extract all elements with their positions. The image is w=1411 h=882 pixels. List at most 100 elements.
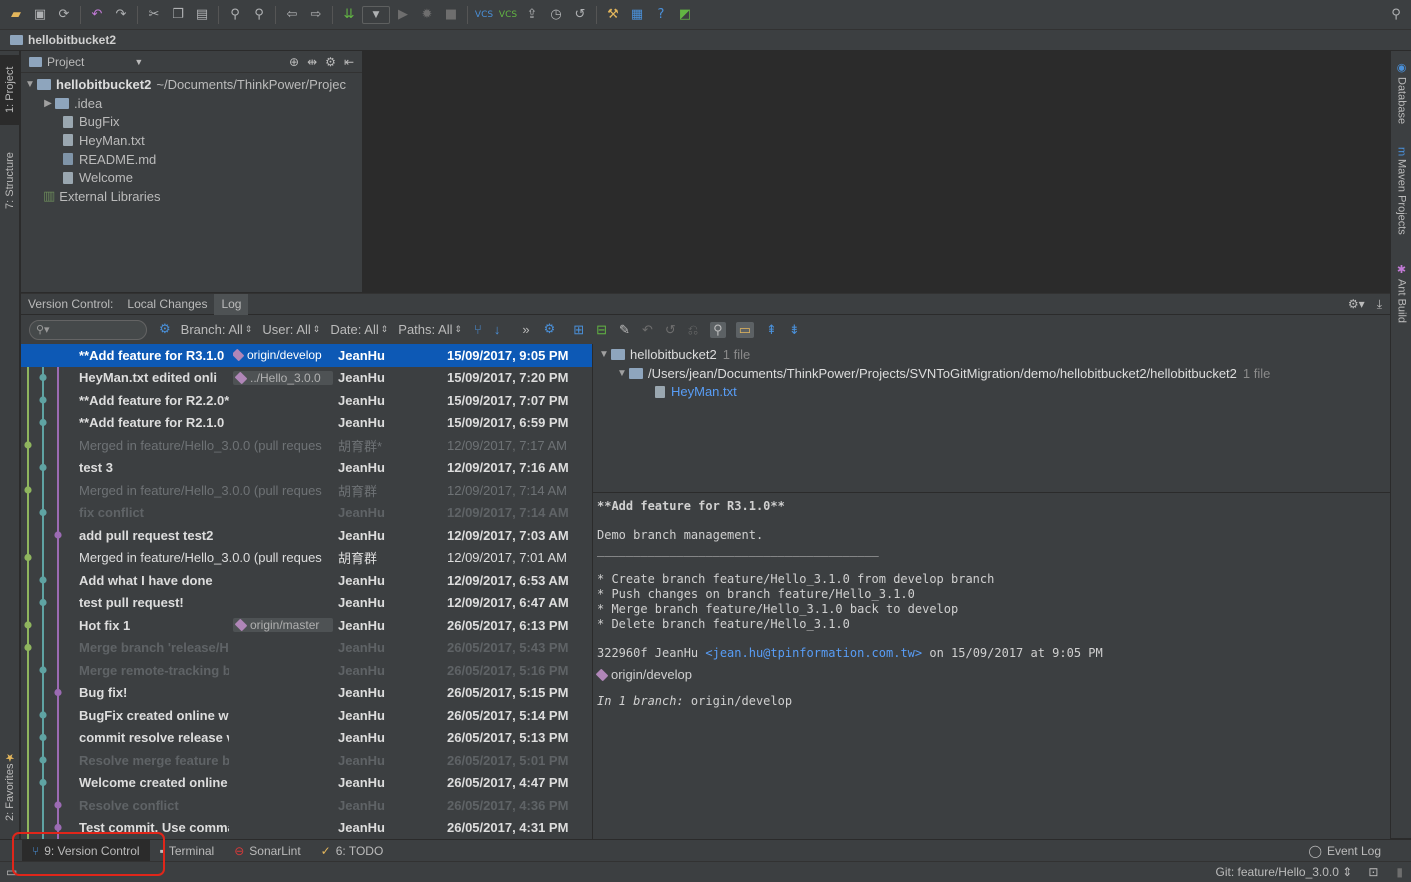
debug-icon[interactable]: ✹ (416, 4, 438, 26)
edit-source-icon[interactable]: ✎ (619, 322, 630, 338)
chevron-down-icon[interactable]: ▼ (134, 57, 143, 67)
hide-icon[interactable]: ⇤ (344, 55, 354, 69)
git-branch-widget[interactable]: Git: feature/Hello_3.0.0 ⇕ (1216, 865, 1353, 879)
group-by-directory-icon[interactable]: ▭ (735, 321, 754, 338)
chevron-down-icon[interactable]: ▼ (23, 79, 37, 90)
tree-item-heyman[interactable]: HeyMan.txt (21, 131, 362, 150)
changes-path[interactable]: ▼ /Users/jean/Documents/ThinkPower/Proje… (593, 364, 1390, 383)
search-input[interactable]: ⚲▾ (29, 319, 147, 340)
tab-log[interactable]: Log (214, 293, 249, 315)
settings-icon[interactable]: ⚒ (602, 4, 624, 26)
project-view-selector[interactable]: Project (47, 55, 84, 69)
commit-row[interactable]: Hot fix 1 origin/master JeanHu 26/05/2017, … (21, 614, 592, 637)
commit-row[interactable]: **Add feature for R2.1.0 JeanHu 15/09/2017… (21, 412, 592, 435)
expand-all-icon[interactable]: ⇞ (766, 322, 777, 338)
more-icon[interactable]: » (522, 322, 529, 337)
commit-row[interactable]: Resolve conflict JeanHu 26/05/2017, 4:36 P… (21, 794, 592, 817)
commit-row[interactable]: BugFix created online with Bitbucket Jean… (21, 704, 592, 727)
author-email-link[interactable]: <jean.hu@tpinformation.com.tw> (705, 646, 922, 660)
commit-row[interactable]: Merge branch 'release/Hello_R2.0.0' JeanH… (21, 637, 592, 660)
sync-icon[interactable]: ⟳ (53, 4, 75, 26)
rollback-icon[interactable]: ⎌ (688, 322, 698, 338)
revert-icon[interactable]: ↶ (642, 322, 653, 338)
commit-log-table[interactable]: **Add feature for R3.1.0 origin/develop Je… (21, 344, 592, 839)
save-icon[interactable]: ▣ (29, 4, 51, 26)
build-icon[interactable]: ⇊ (338, 4, 360, 26)
stop-icon[interactable]: ■ (440, 4, 462, 26)
gear-icon[interactable]: ⚙ (159, 322, 171, 337)
arrow-down-icon[interactable]: ↓ (494, 322, 501, 337)
gear-icon[interactable]: ⚙ (544, 322, 556, 337)
vcs-history-icon[interactable]: ◷ (545, 4, 567, 26)
tab-ant-build[interactable]: ✱ Ant Build (1391, 263, 1411, 333)
commit-row[interactable]: add pull request test2 JeanHu 12/09/2017, … (21, 524, 592, 547)
tab-structure[interactable]: 7: Structure (0, 141, 20, 221)
search-everywhere-icon[interactable]: ⚲ (1385, 4, 1407, 26)
cut-icon[interactable]: ✂ (143, 4, 165, 26)
tree-item-welcome[interactable]: Welcome (21, 168, 362, 187)
redo-icon[interactable]: ↷ (110, 4, 132, 26)
project-structure-icon[interactable]: ▦ (626, 4, 648, 26)
tab-maven-projects[interactable]: m Maven Projects (1391, 147, 1411, 247)
undo-icon[interactable]: ↶ (86, 4, 108, 26)
commit-row[interactable]: test pull request! JeanHu 12/09/2017, 6:47… (21, 592, 592, 615)
commit-row[interactable]: commit resolve release version bug JeanHu… (21, 727, 592, 750)
tree-root[interactable]: ▼ hellobitbucket2 ~/Documents/ThinkPower… (21, 75, 362, 94)
lock-icon[interactable]: ⊡ (1368, 865, 1378, 879)
tab-local-changes[interactable]: Local Changes (120, 294, 214, 315)
chevron-right-icon[interactable]: ▶ (41, 98, 55, 109)
back-icon[interactable]: ⇦ (281, 4, 303, 26)
run-config-dropdown[interactable]: ▼ (362, 5, 390, 24)
open-folder-icon[interactable]: ▰ (5, 4, 27, 26)
tab-project[interactable]: 1: Project (0, 55, 20, 125)
commit-row[interactable]: Merged in feature/Hello_3.0.0 (pull requ… (21, 479, 592, 502)
replace-icon[interactable]: ⚲ (248, 4, 270, 26)
tree-item-readme[interactable]: README.md (21, 150, 362, 169)
commit-row[interactable]: Add what I have done JeanHu 12/09/2017, 6:… (21, 569, 592, 592)
cherry-pick-icon[interactable]: ⊞ (573, 322, 584, 338)
locate-icon[interactable]: ⊕ (289, 55, 299, 69)
changes-root[interactable]: ▼ hellobitbucket2 1 file (593, 345, 1390, 364)
vcs-push-icon[interactable]: ⇪ (521, 4, 543, 26)
commit-row[interactable]: **Add feature for R2.2.0** JeanHu 15/09/20… (21, 389, 592, 412)
branch-filter[interactable]: Branch: All (181, 322, 243, 337)
commit-row[interactable]: Resolve merge feature branch conflict Jea… (21, 749, 592, 772)
commit-row[interactable]: Merged in feature/Hello_3.0.0 (pull requ… (21, 434, 592, 457)
tree-item-bugfix[interactable]: BugFix (21, 112, 362, 131)
breadcrumb-project[interactable]: hellobitbucket2 (28, 33, 116, 47)
tree-item-idea[interactable]: ▶ .idea (21, 94, 362, 113)
run-icon[interactable]: ▶ (392, 4, 414, 26)
tab-favorites[interactable]: 2: Favorites ★ (0, 741, 20, 831)
forward-icon[interactable]: ⇨ (305, 4, 327, 26)
memory-indicator-icon[interactable]: ▮ (1396, 865, 1403, 879)
paths-filter[interactable]: Paths: All (398, 322, 452, 337)
tab-database[interactable]: ◉ Database (1391, 61, 1411, 141)
tab-event-log[interactable]: ◯ Event Log (1299, 840, 1391, 862)
compare-icon[interactable]: ⊟ (596, 322, 607, 338)
commit-row[interactable]: **Add feature for R3.1.0 origin/develop Je… (21, 344, 592, 367)
commit-row[interactable]: Merge remote-tracking branch 'refs/ren Je… (21, 659, 592, 682)
undo-icon[interactable]: ↺ (665, 322, 676, 338)
vcs-revert-icon[interactable]: ↺ (569, 4, 591, 26)
paste-icon[interactable]: ▤ (191, 4, 213, 26)
chevron-down-icon[interactable]: ▼ (597, 349, 611, 360)
branch-graph-icon[interactable]: ⑂ (474, 322, 482, 337)
commit-row[interactable]: Welcome created online with Bitbucket Jea… (21, 772, 592, 795)
copy-icon[interactable]: ❐ (167, 4, 189, 26)
gear-icon[interactable]: ⚙▾ (1348, 297, 1365, 311)
gear-icon[interactable]: ⚙ (325, 55, 336, 69)
tab-sonarlint[interactable]: ⊖ SonarLint (224, 840, 310, 862)
find-icon[interactable]: ⚲ (224, 4, 246, 26)
preview-diff-icon[interactable]: ⚲ (710, 321, 726, 338)
vcs-update-icon[interactable]: VCS (473, 4, 495, 26)
help-icon[interactable]: ? (650, 4, 672, 26)
editor-area[interactable] (362, 51, 1390, 292)
collapse-all-icon[interactable]: ⇟ (789, 322, 800, 338)
user-filter[interactable]: User: All (262, 322, 310, 337)
chevron-down-icon[interactable]: ▼ (615, 368, 629, 379)
jetbrains-toolbox-icon[interactable]: ◩ (674, 4, 696, 26)
commit-row[interactable]: fix conflict JeanHu 12/09/2017, 7:14 AM (21, 502, 592, 525)
hide-panel-icon[interactable]: ⤓ (1377, 297, 1382, 312)
collapse-icon[interactable]: ⇹ (307, 55, 317, 69)
tree-item-external-libraries[interactable]: ▥ External Libraries (21, 187, 362, 206)
